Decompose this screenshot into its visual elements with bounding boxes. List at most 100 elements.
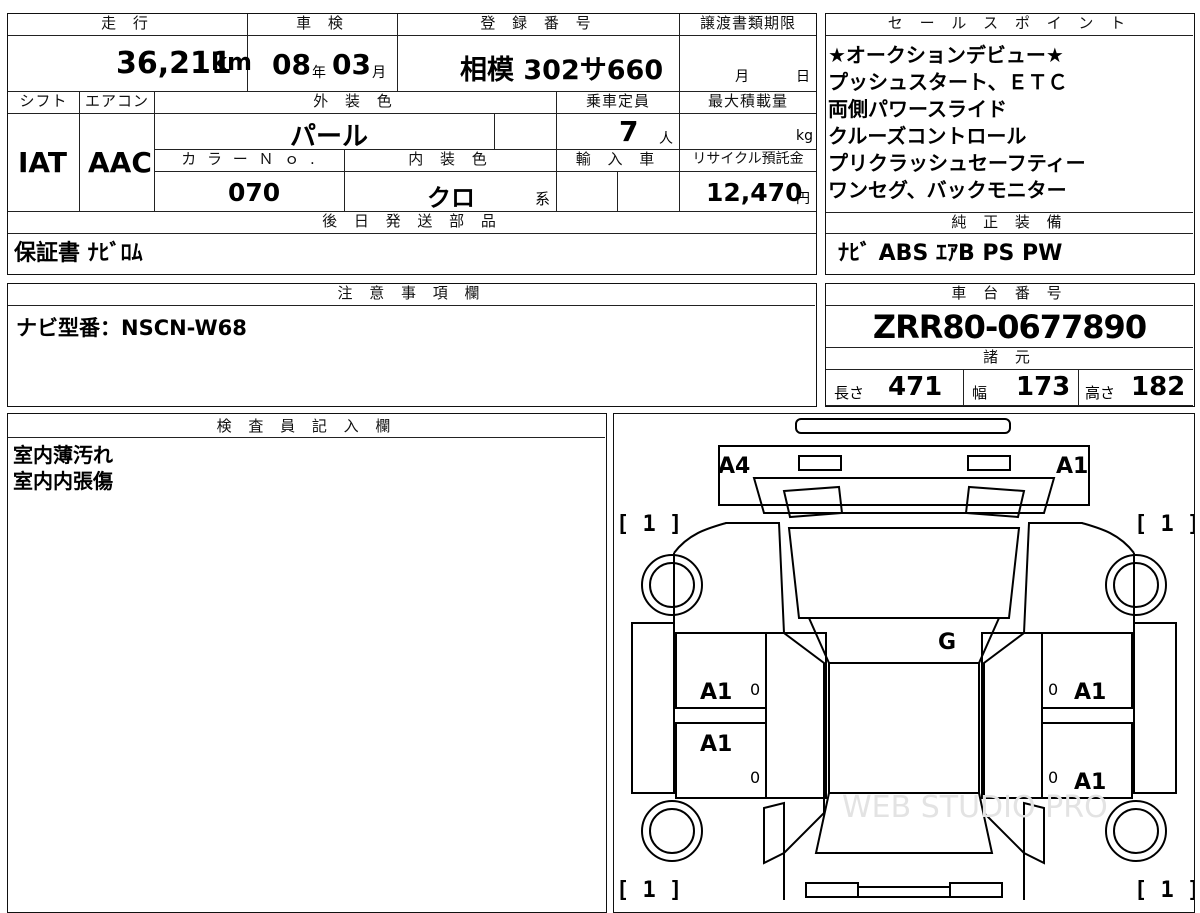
exterior-color-cell: パール — [155, 114, 495, 152]
inspection-year-unit: 年 — [312, 65, 326, 81]
mark-zero: 0 — [750, 680, 760, 699]
interior-color-value: クロ — [427, 184, 475, 212]
notes-header: 注 意 事 項 欄 — [8, 284, 815, 306]
inspector-lines: 室内薄汚れ 室内内張傷 — [13, 442, 113, 494]
genuine-equipment-value: ﾅﾋﾞ ABS ｴｱB PS PW — [838, 241, 1063, 266]
spec-width-value: 173 — [1016, 372, 1071, 402]
registration-cell: 相模 302サ660 — [398, 36, 680, 92]
inspection-month: 03 — [332, 48, 371, 81]
tail-light-left — [805, 882, 859, 898]
front-bumper-outline — [795, 418, 1011, 434]
registration-value: 相模 302サ660 — [460, 55, 664, 86]
tire-mark-front-left: [ 1 ] — [616, 512, 682, 537]
chassis-cell: ZRR80-0677890 — [826, 306, 1193, 348]
registration-header: 登 録 番 号 — [398, 14, 680, 36]
spec-length-cell: 長さ 471 — [826, 370, 964, 406]
specs-header: 諸 元 — [826, 348, 1193, 370]
later-parts-value: 保証書 ﾅﾋﾞﾛﾑ — [14, 241, 143, 266]
body-right-outline — [983, 522, 1135, 900]
headlight-right — [967, 455, 1011, 471]
transfer-day-unit: 日 — [796, 69, 810, 85]
chassis-block: 車 台 番 号 ZRR80-0677890 諸 元 長さ 471 幅 173 高… — [825, 283, 1195, 407]
inspector-line: 室内内張傷 — [13, 469, 113, 493]
rear-quarter-left — [763, 801, 785, 865]
windshield-outline — [787, 527, 1021, 619]
notes-block: 注 意 事 項 欄 ナビ型番：NSCN-W68 — [7, 283, 817, 407]
max-load-cell: kg — [680, 114, 816, 150]
tail-light-right — [949, 882, 1003, 898]
transfer-month-unit: 月 — [735, 69, 749, 85]
mark-zero: 0 — [750, 768, 760, 787]
spec-height-cell: 高さ 182 — [1079, 370, 1193, 406]
chassis-header: 車 台 番 号 — [826, 284, 1193, 306]
rear-bumper-outline — [857, 886, 951, 898]
hood-outline — [752, 477, 1056, 514]
headlight-left — [798, 455, 842, 471]
mark-right-front-door: A1 — [1074, 680, 1106, 705]
recycle-unit: 円 — [796, 191, 810, 207]
inspector-header: 検 査 員 記 入 欄 — [8, 414, 605, 438]
capacity-header: 乗車定員 — [557, 92, 680, 114]
car-damage-diagram: A4 A1 G A1 A1 A1 A1 0 0 0 0 [ 1 ] [ 1 ] … — [616, 418, 1194, 900]
notes-value: ナビ型番：NSCN-W68 — [16, 316, 247, 340]
spec-length-value: 471 — [888, 372, 943, 402]
inspector-block: 検 査 員 記 入 欄 室内薄汚れ 室内内張傷 — [7, 413, 607, 913]
inspection-year: 08 — [272, 48, 311, 81]
inspection-header: 車 検 — [248, 14, 398, 36]
capacity-value: 7 — [619, 115, 639, 148]
spec-width-label: 幅 — [972, 384, 988, 402]
exterior-color-extra-cell — [495, 114, 557, 150]
spec-width-cell: 幅 173 — [964, 370, 1079, 406]
mileage-header: 走 行 — [8, 14, 248, 36]
mark-zero: 0 — [1048, 680, 1058, 699]
recycle-value: 12,470 — [706, 178, 803, 207]
watermark: WEB STUDIO PRO — [842, 790, 1108, 825]
aircon-value: AAC — [88, 146, 152, 179]
mark-front-left: A4 — [718, 454, 750, 479]
tire-mark-rear-right: [ 1 ] — [1134, 878, 1194, 900]
interior-color-suffix: 系 — [535, 190, 551, 208]
aircon-cell: AAC — [80, 114, 155, 212]
genuine-equipment-header: 純 正 装 備 — [826, 212, 1193, 234]
tire-mark-front-right: [ 1 ] — [1134, 512, 1194, 537]
aircon-header: エアコン — [80, 92, 155, 114]
import-header: 輸 入 車 — [557, 150, 680, 172]
vehicle-info-block: 走 行 車 検 登 録 番 号 譲渡書類期限 36,211 km 08 年 03… — [7, 13, 817, 275]
later-parts-header: 後 日 発 送 部 品 — [8, 212, 816, 234]
interior-color-cell: クロ 系 — [345, 172, 557, 212]
left-side-panel — [631, 622, 675, 794]
max-load-unit: kg — [796, 128, 813, 144]
capacity-cell: 7 人 — [557, 114, 680, 150]
color-no-value: 070 — [228, 178, 281, 207]
max-load-header: 最大積載量 — [680, 92, 816, 114]
interior-color-header: 内 装 色 — [345, 150, 557, 172]
capacity-unit: 人 — [659, 131, 673, 147]
spec-length-label: 長さ — [834, 384, 865, 402]
sales-points-list: ★オークションデビュー★ プッシュスタート、ＥＴＣ 両側パワースライド クルーズ… — [828, 42, 1188, 204]
sales-points-block: セ ー ル ス ポ イ ン ト ★オークションデビュー★ プッシュスタート、ＥＴ… — [825, 13, 1195, 275]
shift-header: シフト — [8, 92, 80, 114]
mark-windshield: G — [938, 630, 956, 655]
recycle-header: リサイクル預託金 — [680, 150, 816, 172]
mark-left-rear-door: A1 — [700, 732, 732, 757]
roof-outline — [828, 662, 980, 794]
recycle-cell: 12,470 円 — [680, 172, 816, 212]
sales-point-line: ワンセグ、バックモニター — [828, 178, 1067, 202]
sales-point-line: プリクラッシュセーフティー — [828, 151, 1086, 175]
mark-left-front-door: A1 — [700, 680, 732, 705]
inspection-cell: 08 年 03 月 — [248, 36, 398, 92]
exterior-color-header: 外 装 色 — [155, 92, 557, 114]
mark-front-right: A1 — [1056, 454, 1088, 479]
mark-zero: 0 — [1048, 768, 1058, 787]
sales-point-line: プッシュスタート、ＥＴＣ — [828, 70, 1068, 94]
sales-point-line: クルーズコントロール — [828, 124, 1027, 148]
color-no-cell: 070 — [155, 172, 345, 212]
shift-value: IAT — [18, 146, 68, 179]
sales-point-line: ★オークションデビュー★ — [828, 43, 1064, 67]
inspection-month-unit: 月 — [372, 65, 386, 81]
color-no-header: カ ラ ー Ｎ ｏ . — [155, 150, 345, 172]
spec-height-label: 高さ — [1085, 384, 1116, 402]
sales-points-header: セ ー ル ス ポ イ ン ト — [826, 14, 1193, 36]
right-side-panel — [1133, 622, 1177, 794]
transfer-deadline-cell: 月 日 — [680, 36, 816, 92]
